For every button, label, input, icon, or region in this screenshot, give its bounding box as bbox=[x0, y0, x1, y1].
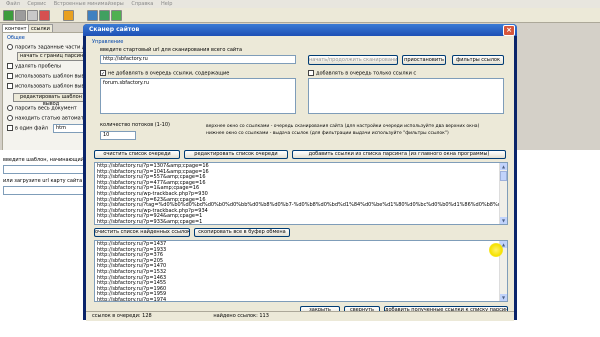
file-extension-field[interactable]: htm bbox=[53, 124, 87, 133]
dialog-title: Сканер сайтов bbox=[89, 26, 140, 33]
list-item[interactable]: http://sbfactory.ru/?p=933&amp;cpage=1 bbox=[95, 219, 507, 224]
include-links-textarea[interactable] bbox=[308, 78, 504, 114]
menu-help-ru[interactable]: Справка bbox=[131, 1, 153, 7]
queue-links-list[interactable]: http://sbfactory.ru/?p=1307&amp;cpage=16… bbox=[94, 162, 508, 225]
found-links-list[interactable]: http://sbfactory.ru/?p=1437 http://sbfact… bbox=[94, 240, 508, 302]
start-url-label: введите стартовый url для сканирования в… bbox=[100, 47, 243, 53]
found-count-label: найдено ссылок: 113 bbox=[213, 313, 269, 319]
sitemap-label: или загрузите url карту сайта bbox=[3, 178, 83, 184]
run-icon[interactable] bbox=[111, 10, 122, 21]
checkbox-icon bbox=[7, 125, 13, 131]
checkbox-icon bbox=[7, 63, 13, 69]
sitemap-field[interactable] bbox=[3, 186, 85, 195]
add-from-parser-button[interactable]: добавить ссылки из списка парсинга (из г… bbox=[292, 150, 506, 159]
menu-service[interactable]: Сервис bbox=[27, 1, 46, 7]
mouse-cursor-highlight bbox=[489, 243, 503, 257]
settings-icon[interactable] bbox=[15, 10, 26, 21]
control-group-label: Управление bbox=[92, 39, 124, 45]
pause-button[interactable]: приостановить bbox=[402, 55, 446, 65]
scroll-thumb[interactable] bbox=[500, 171, 507, 181]
menu-minimizers[interactable]: Встроенные минимайзеры bbox=[54, 1, 124, 7]
option-output-template-1[interactable]: использовать шаблон выво bbox=[7, 73, 87, 80]
edit-queue-button[interactable]: редактировать список очереди bbox=[184, 150, 288, 159]
copy-all-button[interactable]: скопировать все в буфер обмена bbox=[194, 228, 290, 237]
menu-file[interactable]: Файл bbox=[6, 1, 20, 7]
hint-queue-window: верхнее окно со ссылками - очередь скани… bbox=[206, 124, 480, 129]
threads-input[interactable]: 10 bbox=[100, 131, 136, 140]
tool-icon[interactable] bbox=[27, 10, 38, 21]
radio-icon bbox=[7, 44, 13, 50]
radio-icon bbox=[7, 115, 13, 121]
exclude-links-textarea[interactable]: forum.sbfactory.ru bbox=[100, 78, 296, 114]
exclude-links-checkbox[interactable]: ✓ не добавлять в очередь ссылки, содержащ… bbox=[100, 70, 229, 77]
link-filters-button[interactable]: фильтры ссылок bbox=[452, 55, 504, 65]
option-parse-whole-document[interactable]: парсить весь документ bbox=[7, 105, 77, 112]
parse-borders-button[interactable]: начать с границ парсинг bbox=[17, 52, 89, 61]
list-item[interactable]: http://sbfactory.ru/?p=1974 bbox=[95, 297, 507, 301]
checkbox-icon bbox=[308, 70, 314, 76]
option-output-template-2[interactable]: использовать шаблон выво bbox=[7, 83, 87, 90]
save-icon[interactable] bbox=[87, 10, 98, 21]
hint-output-window: нижнее окно со ссылками - выдача ссылок … bbox=[206, 131, 449, 136]
option-single-file[interactable]: в один файл bbox=[7, 125, 48, 132]
start-scan-button[interactable]: начать/продолжить сканирование bbox=[308, 55, 398, 65]
queue-scrollbar[interactable]: ▲ ▼ bbox=[499, 163, 507, 224]
threads-label: количество потоков (1-10) bbox=[100, 122, 170, 128]
background-menu-bar: Файл Сервис Встроенные минимайзеры Справ… bbox=[0, 0, 600, 8]
general-group-label: Общее bbox=[7, 35, 25, 41]
scroll-up-icon[interactable]: ▲ bbox=[500, 163, 507, 170]
scroll-down-icon[interactable]: ▼ bbox=[500, 294, 507, 301]
background-toolbar bbox=[0, 8, 600, 23]
background-tabs: контент ссылки bbox=[2, 24, 58, 33]
menu-help[interactable]: Help bbox=[161, 1, 172, 7]
template-label: введите шаблон, начинающийся с bbox=[3, 157, 95, 163]
delete-icon[interactable] bbox=[39, 10, 50, 21]
option-parse-parts[interactable]: парсить заданные части до bbox=[7, 44, 88, 51]
clear-queue-button[interactable]: очистить список очереди bbox=[94, 150, 180, 159]
radio-icon bbox=[7, 105, 13, 111]
start-url-input[interactable]: http://sbfactory.ru bbox=[100, 55, 296, 64]
dialog-titlebar[interactable]: Сканер сайтов × bbox=[83, 24, 517, 36]
option-remove-spaces[interactable]: удалять пробелы bbox=[7, 63, 61, 70]
add-icon[interactable] bbox=[3, 10, 14, 21]
export-icon[interactable] bbox=[99, 10, 110, 21]
option-find-article-auto[interactable]: находить статью автомати bbox=[7, 115, 87, 122]
include-links-checkbox[interactable]: добавлять в очередь только ссылки с bbox=[308, 70, 416, 77]
close-icon[interactable]: × bbox=[503, 25, 515, 36]
edit-output-template-button[interactable]: редактировать шаблон вывод bbox=[13, 93, 89, 107]
dialog-client-area: Управление введите стартовый url для ска… bbox=[86, 36, 514, 317]
dialog-statusbar: ссылок в очереди: 128 найдено ссылок: 11… bbox=[86, 311, 514, 321]
scroll-down-icon[interactable]: ▼ bbox=[500, 217, 507, 224]
template-field[interactable] bbox=[3, 165, 85, 174]
folder-icon[interactable] bbox=[63, 10, 74, 21]
clear-found-links-button[interactable]: очистить список найденных ссылок bbox=[94, 228, 190, 237]
background-options-panel: Общее парсить заданные части до начать с… bbox=[2, 32, 90, 152]
checkbox-icon bbox=[7, 73, 13, 79]
queue-count-label: ссылок в очереди: 128 bbox=[92, 313, 152, 319]
checkbox-icon bbox=[7, 83, 13, 89]
site-scanner-dialog: Сканер сайтов × Управление введите старт… bbox=[83, 24, 517, 320]
checkbox-checked-icon: ✓ bbox=[100, 70, 106, 77]
